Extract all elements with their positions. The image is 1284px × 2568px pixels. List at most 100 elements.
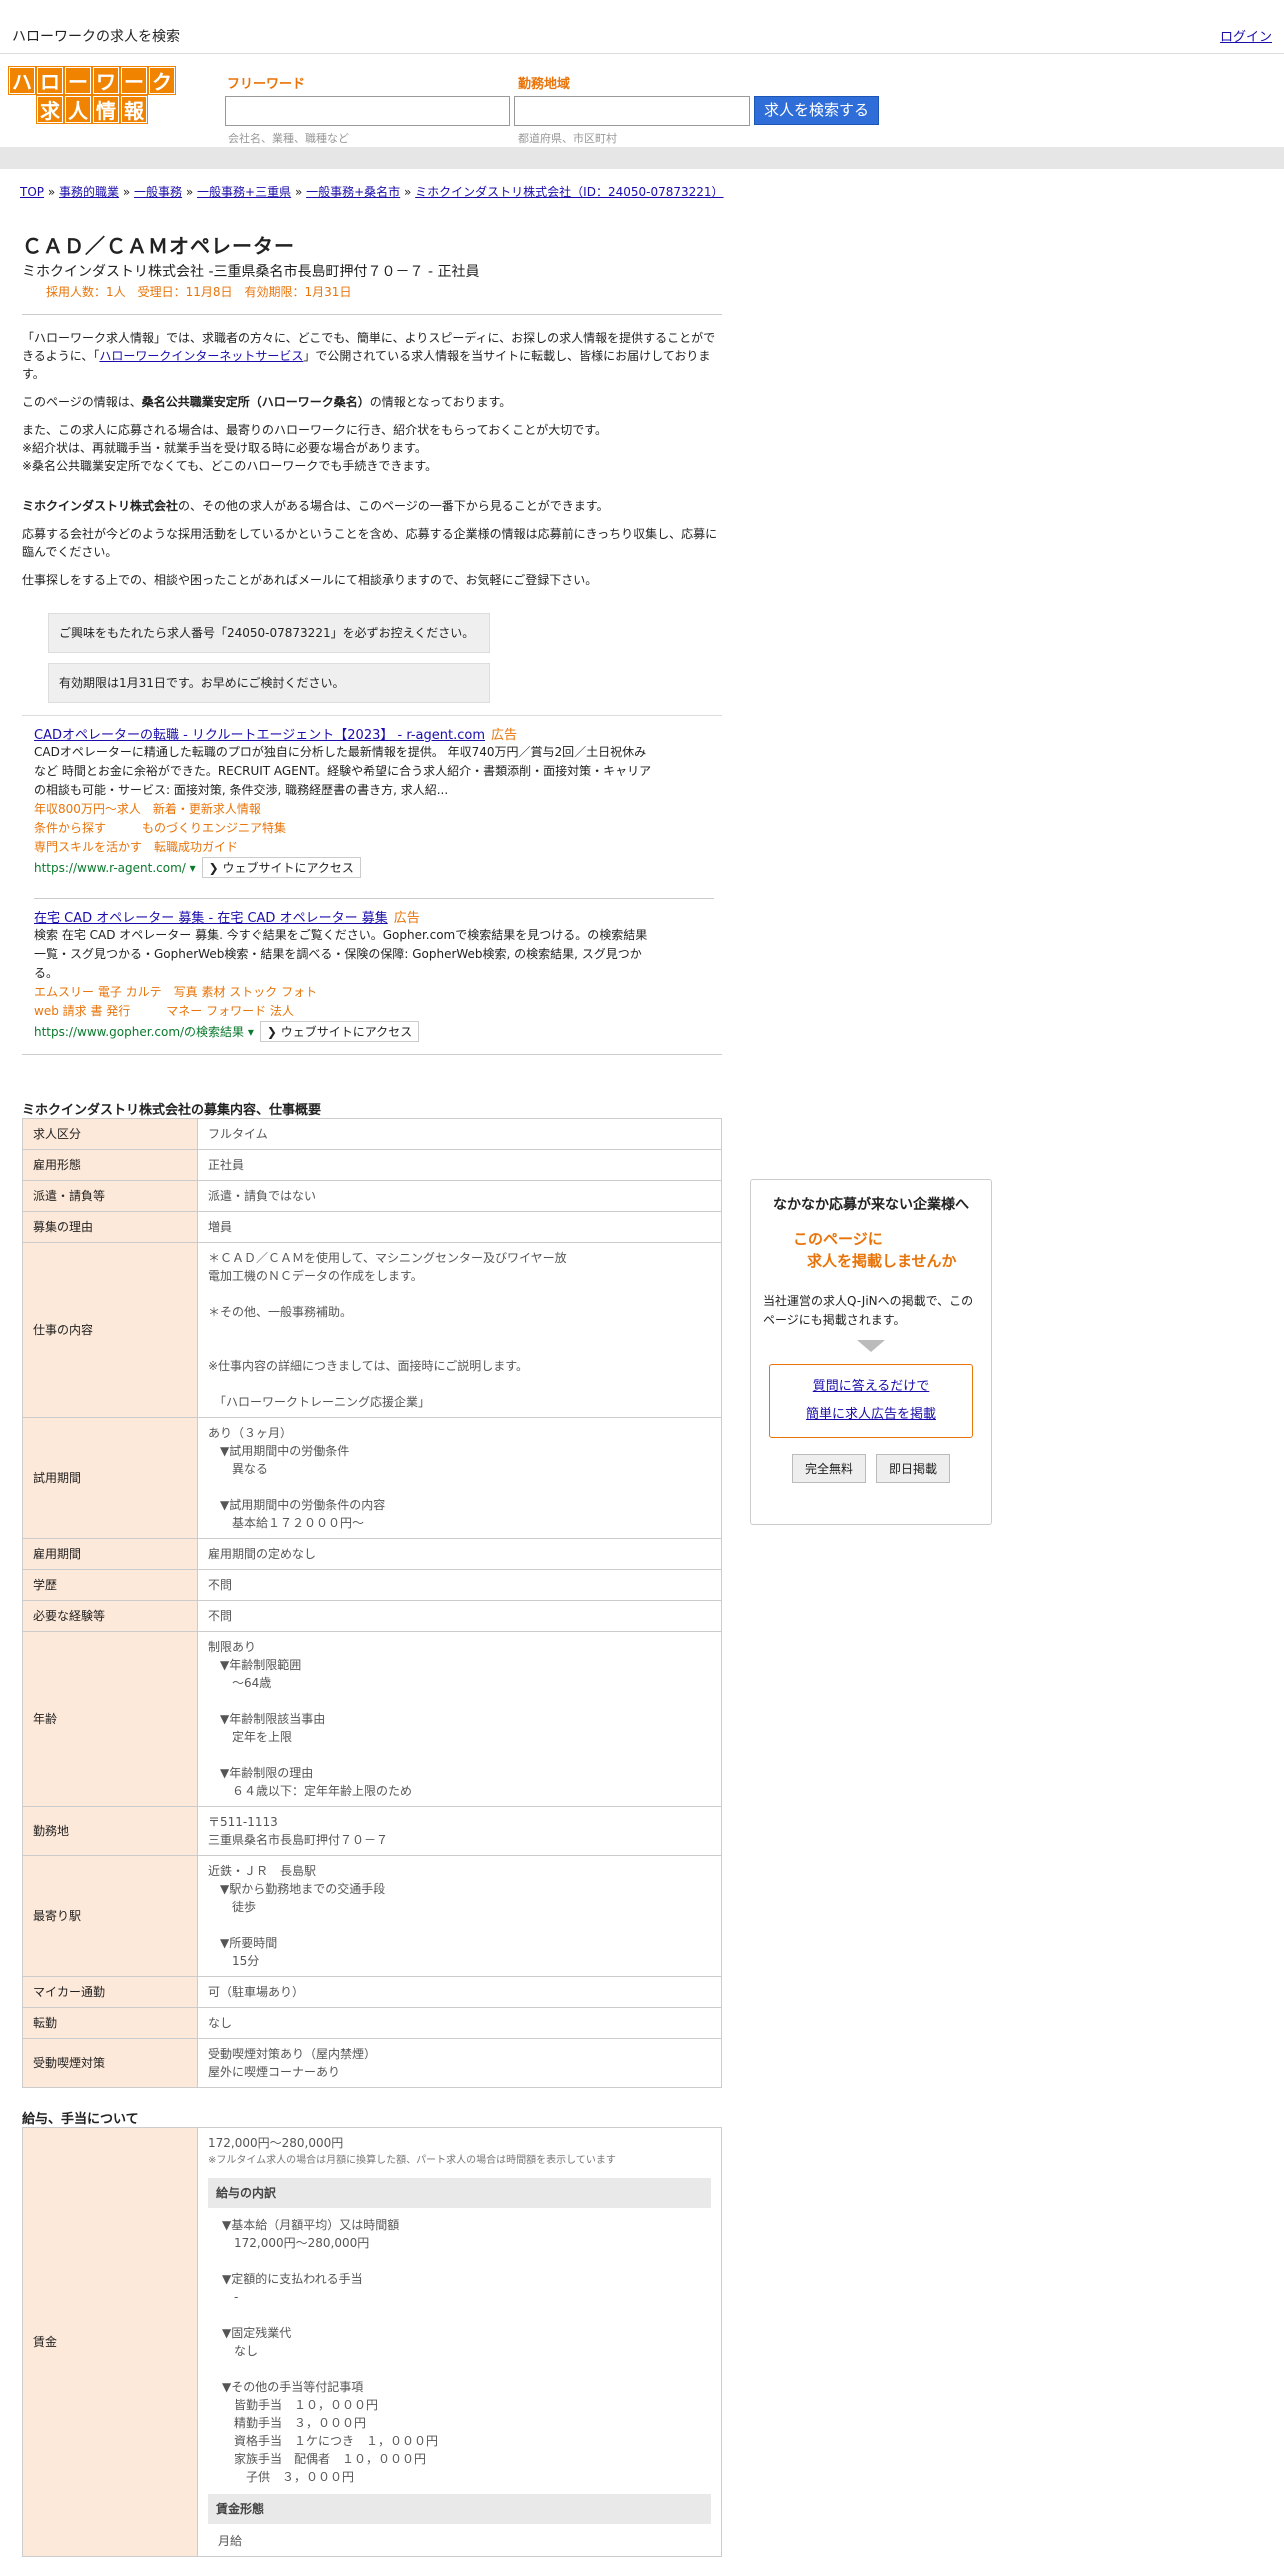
job-title: ＣＡＤ／ＣＡＭオペレーター — [22, 234, 295, 258]
wage-form-title: 賃金形態 — [208, 2494, 711, 2524]
logo-char: ワ — [92, 66, 120, 95]
ad-badge: 広告 — [393, 911, 420, 926]
table-row: 受動喫煙対策 受動喫煙対策あり（屋内禁煙） 屋外に喫煙コーナーあり — [22, 2038, 722, 2088]
table-value: 受動喫煙対策あり（屋内禁煙） 屋外に喫煙コーナーあり — [197, 2038, 722, 2088]
ad-sitelink[interactable]: 条件から探す ものづくりエンジニア特集 — [34, 819, 714, 838]
ad-sitelink[interactable]: 年収800万円～求人 新着・更新求人情報 — [34, 800, 714, 819]
table-value: 増員 — [197, 1211, 722, 1243]
table-value-line: ▼所要時間 — [208, 1936, 278, 1950]
table-value: 不問 — [197, 1600, 722, 1632]
breadcrumb-separator: » — [47, 185, 56, 199]
wage-breakdown-line: 精勤手当 ３，０００円 — [222, 2416, 367, 2430]
logo-char: ハ — [8, 66, 36, 95]
breadcrumb-link[interactable]: TOP — [20, 185, 44, 199]
table-value-line: なし — [208, 2016, 233, 2030]
table-value-line: 「ハローワークトレーニング応援企業」 — [208, 1395, 431, 1409]
ad-url[interactable]: https://www.r-agent.com/ ▾ — [34, 861, 196, 875]
table-value-line — [208, 1746, 711, 1764]
area-hint: 都道府県、市区町村 — [518, 132, 617, 145]
breadcrumb-link[interactable]: ミホクインダストリ株式会社（ID：24050-07873221） — [415, 185, 723, 199]
table-value: 正社員 — [197, 1149, 722, 1181]
wage-form-value: 月給 — [218, 2534, 243, 2548]
table-value: 雇用期間の定めなし — [197, 1538, 722, 1570]
sidebar-link-box: 質問に答えるだけで 簡単に求人広告を掲載 — [769, 1364, 973, 1438]
ad-list: CADオペレーターの転職 - リクルートエージェント【2023】 - r-age… — [22, 716, 722, 1055]
table-value: 近鉄・ＪＲ 長島駅 ▼駅から勤務地までの交通手段 徒歩 ▼所要時間 15分 — [197, 1855, 722, 1977]
hellowork-service-link[interactable]: ハローワークインターネットサービス — [99, 349, 303, 363]
table-value-line: ６４歳以下：定年年齢上限のため — [208, 1784, 413, 1798]
table-value-line: 三重県桑名市長島町押付７０－７ — [208, 1833, 389, 1847]
intro-paragraph-3: また、この求人に応募される場合は、最寄りのハローワークに行き、紹介状をもらってお… — [22, 423, 608, 473]
breadcrumb: TOP » 事務的職業 » 一般事務 » 一般事務+三重県 » 一般事務+桑名市… — [20, 183, 724, 200]
table-value-line: 受動喫煙対策あり（屋内禁煙） — [208, 2047, 377, 2061]
search-button[interactable]: 求人を検索する — [754, 96, 879, 125]
job-overview-table: 求人区分 フルタイム 雇用形態 正社員 派遣・請負等 派遣・請負ではない 募集の理由 増員 仕事… — [22, 1118, 722, 2088]
table-key: 勤務地 — [22, 1806, 198, 1856]
breadcrumb-link[interactable]: 一般事務 — [134, 185, 182, 199]
ad-title: 在宅 CAD オペレーター 募集 - 在宅 CAD オペレーター 募集 広告 — [34, 907, 714, 926]
wage-breakdown-line: ▼基本給（月額平均）又は時間額 — [222, 2218, 400, 2232]
ad-sitelink[interactable]: 専門スキルを活かす 転職成功ガイド — [34, 838, 714, 857]
table-key: 転勤 — [22, 2007, 198, 2039]
ad-block: CADオペレーターの転職 - リクルートエージェント【2023】 - r-age… — [34, 716, 714, 890]
breadcrumb-separator: » — [185, 185, 194, 199]
login-link[interactable]: ログイン — [1220, 26, 1272, 45]
divider — [22, 314, 722, 315]
intro-paragraph-2: このページの情報は、桑名公共職業安定所（ハローワーク桑名）の情報となっております… — [22, 395, 512, 409]
sidebar-link-post-ad[interactable]: 簡単に求人広告を掲載 — [806, 1407, 936, 1422]
table-row: 勤務地 〒511-1113 三重県桑名市長島町押付７０－７ — [22, 1806, 722, 1856]
ad-sitelinks: エムスリー 電子 カルテ 写真 素材 ストック フォト web 請求 書 発行 マ… — [34, 983, 714, 1021]
site-tagline: ハローワークの求人を検索 — [12, 29, 180, 45]
wage-breakdown-line — [222, 2306, 711, 2324]
ad-sitelink[interactable]: エムスリー 電子 カルテ 写真 素材 ストック フォト — [34, 983, 714, 1002]
table-key: 最寄り駅 — [22, 1855, 198, 1977]
breadcrumb-separator: » — [294, 185, 303, 199]
ad-title-link[interactable]: 在宅 CAD オペレーター 募集 - 在宅 CAD オペレーター 募集 — [34, 911, 388, 926]
table-value: 派遣・請負ではない — [197, 1180, 722, 1212]
sidebar-link-questions[interactable]: 質問に答えるだけで — [813, 1379, 930, 1394]
intro-paragraph-4: ミホクインダストリ株式会社の、その他の求人がある場合は、このページの一番下から見… — [22, 499, 609, 513]
breadcrumb-link[interactable]: 一般事務+桑名市 — [306, 185, 400, 199]
freeword-input[interactable] — [225, 96, 510, 126]
visit-website-button[interactable]: ❯ ウェブサイトにアクセス — [201, 857, 361, 878]
area-input[interactable] — [514, 96, 750, 126]
breadcrumb-link[interactable]: 事務的職業 — [59, 185, 119, 199]
table-row: 雇用期間 雇用期間の定めなし — [22, 1538, 722, 1570]
wage-breakdown-title: 給与の内訳 — [208, 2178, 711, 2208]
table-value-line: 可（駐車場あり） — [208, 1985, 305, 1999]
ad-badge: 広告 — [490, 728, 517, 743]
ad-url[interactable]: https://www.gopher.com/の検索結果 ▾ — [34, 1023, 254, 1040]
wage-breakdown-line: ▼その他の手当等付記事項 — [222, 2380, 364, 2394]
wage-breakdown-line — [222, 2360, 711, 2378]
table-key: 雇用形態 — [22, 1149, 198, 1181]
table-key: 賃金 — [22, 2127, 198, 2557]
table-row: 試用期間 あり（３ヶ月） ▼試用期間中の労働条件 異なる ▼試用期間中の労働条件の… — [22, 1417, 722, 1539]
logo[interactable]: ハローワーク 求人情報 — [4, 66, 180, 125]
ad-sitelinks: 年収800万円～求人 新着・更新求人情報 条件から探す ものづくりエンジニア特集専… — [34, 800, 714, 857]
expiry-notice: 有効期限は1月31日です。お早めにご検討ください。 — [48, 663, 490, 703]
table-value-line — [208, 1285, 711, 1303]
logo-char: 求 — [36, 95, 64, 124]
breadcrumb-link[interactable]: 一般事務+三重県 — [197, 185, 291, 199]
wage-breakdown-line: 172,000円〜280,000円 — [222, 2236, 370, 2250]
table-key: 学歴 — [22, 1569, 198, 1601]
table-value-line: ※仕事内容の詳細につきましては、面接時にご説明します。 — [208, 1359, 529, 1373]
table-key: 必要な経験等 — [22, 1600, 198, 1632]
table-value-line: ▼試用期間中の労働条件 — [208, 1444, 350, 1458]
table-value-line: ＊ＣＡＤ／ＣＡＭを使用して、マシニングセンター及びワイヤー放 — [208, 1251, 567, 1265]
ad-url-row: https://www.r-agent.com/ ▾ ❯ ウェブサイトにアクセス — [34, 857, 714, 878]
table-value-line: ▼年齢制限範囲 — [208, 1658, 302, 1672]
visit-website-button[interactable]: ❯ ウェブサイトにアクセス — [259, 1021, 420, 1042]
wage-breakdown-line: 家族手当 配偶者 １０，０００円 — [222, 2452, 427, 2466]
wage-breakdown: ▼基本給（月額平均）又は時間額 172,000円〜280,000円 ▼定額的に支払… — [208, 2216, 711, 2486]
ad-sitelink[interactable]: web 請求 書 発行 マネー フォワード 法人 — [34, 1002, 714, 1021]
table-value-line: 正社員 — [208, 1158, 245, 1172]
area-label: 勤務地域 — [518, 77, 571, 92]
ad-title-link[interactable]: CADオペレーターの転職 - リクルートエージェント【2023】 - r-age… — [34, 728, 485, 743]
job-subtitle: ミホクインダストリ株式会社 -三重県桑名市長島町押付７０－７ - 正社員 — [22, 264, 480, 280]
table-row: 募集の理由 増員 — [22, 1211, 722, 1243]
table-value-line — [208, 1339, 711, 1357]
table-row: 派遣・請負等 派遣・請負ではない — [22, 1180, 722, 1212]
logo-char: 情 — [92, 95, 120, 124]
wage-breakdown-line: なし — [222, 2344, 259, 2358]
